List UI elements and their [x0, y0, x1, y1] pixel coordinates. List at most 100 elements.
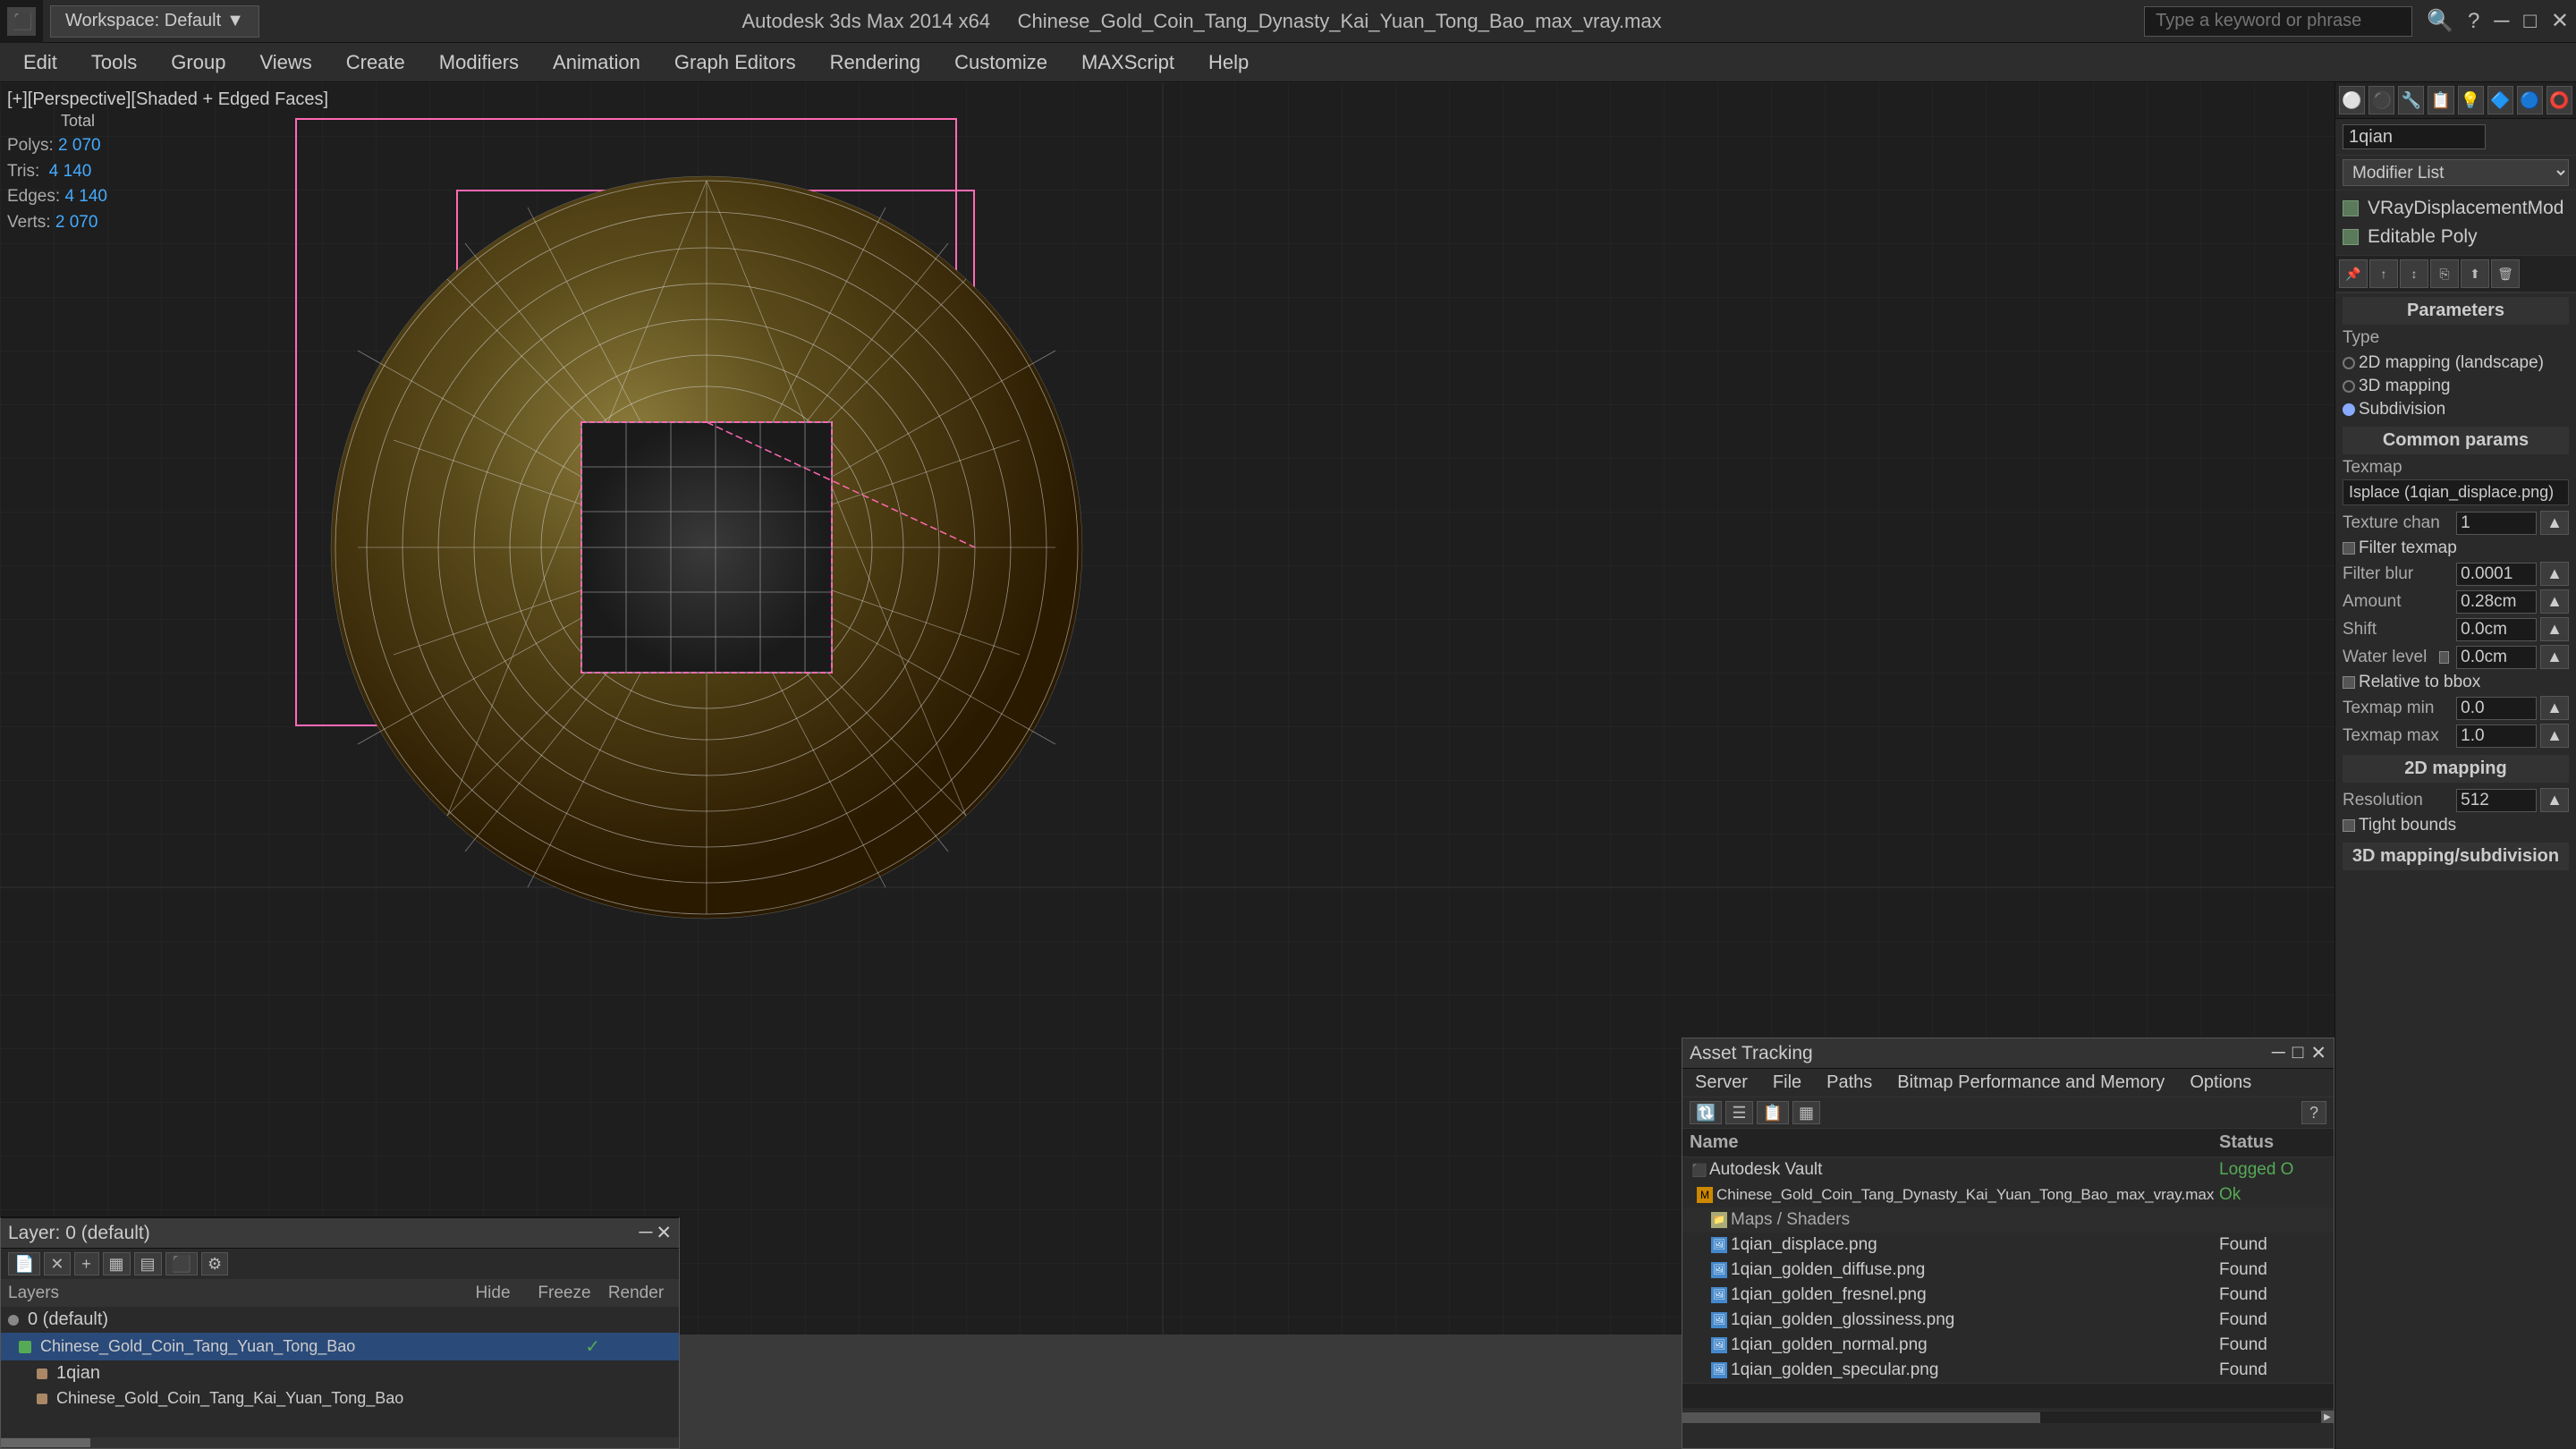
asset-tool3[interactable]: 📋 [1757, 1101, 1789, 1124]
asset-tool4[interactable]: ▦ [1792, 1101, 1820, 1124]
radio-2d[interactable] [2343, 357, 2355, 369]
layers-close[interactable]: ✕ [656, 1222, 672, 1244]
layer-sel-layer[interactable]: ▤ [134, 1252, 162, 1275]
layers-minimize[interactable]: ─ [640, 1222, 653, 1244]
modifier-epoly[interactable]: Editable Poly [2335, 223, 2576, 251]
maximize-icon[interactable]: □ [2520, 5, 2540, 38]
search-input[interactable] [2144, 6, 2412, 37]
asset-menu-file[interactable]: File [1760, 1069, 1814, 1097]
rp-icon1[interactable]: ⚪ [2339, 86, 2365, 114]
menu-graph-editors[interactable]: Graph Editors [658, 46, 812, 80]
menu-edit[interactable]: Edit [7, 46, 73, 80]
water-level-spin[interactable]: ▲ [2540, 645, 2569, 669]
water-level-input[interactable] [2456, 646, 2537, 669]
layer-row-coin[interactable]: Chinese_Gold_Coin_Tang_Yuan_Tong_Bao ✓ [1, 1333, 679, 1360]
asset-row-fresnel[interactable]: 🖼 1qian_golden_fresnel.png Found [1682, 1283, 2334, 1308]
menu-group[interactable]: Group [155, 46, 242, 80]
amount-input[interactable] [2456, 590, 2537, 614]
texmap-max-input[interactable] [2456, 724, 2537, 748]
asset-menu-server[interactable]: Server [1682, 1069, 1760, 1097]
resolution-spin[interactable]: ▲ [2540, 788, 2569, 812]
scrollbar-right-arrow[interactable]: ▶ [2321, 1411, 2334, 1423]
texmap-min-spin[interactable]: ▲ [2540, 696, 2569, 720]
stack-copy-icon[interactable]: ⎘ [2430, 259, 2459, 288]
minimize-icon[interactable]: ─ [2490, 5, 2512, 38]
shift-input[interactable] [2456, 618, 2537, 641]
texmap-min-input[interactable] [2456, 697, 2537, 720]
close-icon[interactable]: ✕ [2547, 4, 2572, 38]
layer-del[interactable]: ✕ [44, 1252, 70, 1275]
search-icon[interactable]: 🔍 [2423, 4, 2457, 38]
asset-close-icon[interactable]: ✕ [2310, 1042, 2326, 1064]
relative-bbox-checkbox[interactable] [2343, 676, 2355, 689]
modifier-vray[interactable]: VRayDisplacementMod [2335, 194, 2576, 223]
asset-row-displace[interactable]: 🖼 1qian_displace.png Found [1682, 1233, 2334, 1258]
radio-subdivision[interactable] [2343, 403, 2355, 416]
object-name-input[interactable] [2343, 124, 2486, 149]
texmap-value[interactable]: Isplace (1qian_displace.png) [2343, 479, 2569, 505]
stack-paste-icon[interactable]: ⬆ [2461, 259, 2489, 288]
filter-texmap-checkbox[interactable] [2343, 542, 2355, 555]
menu-help[interactable]: Help [1192, 46, 1265, 80]
water-level-checkbox[interactable] [2439, 651, 2450, 664]
asset-row-diffuse[interactable]: 🖼 1qian_golden_diffuse.png Found [1682, 1258, 2334, 1283]
layer-sel-obj[interactable]: ▦ [103, 1252, 131, 1275]
menu-customize[interactable]: Customize [938, 46, 1063, 80]
asset-help-icon[interactable]: ? [2301, 1101, 2326, 1124]
layers-scrollbar[interactable] [1, 1437, 679, 1448]
texture-chan-up[interactable]: ▲ [2540, 511, 2569, 535]
asset-menu-bitmap[interactable]: Bitmap Performance and Memory [1885, 1069, 2177, 1097]
filter-blur-spin[interactable]: ▲ [2540, 562, 2569, 586]
workspace-button[interactable]: Workspace: Default ▼ [50, 5, 259, 38]
rp-icon2[interactable]: ⚫ [2368, 86, 2394, 114]
layer-settings[interactable]: ⚙ [201, 1252, 228, 1275]
asset-menu-options[interactable]: Options [2177, 1069, 2264, 1097]
texmap-max-spin[interactable]: ▲ [2540, 724, 2569, 748]
tight-bounds-checkbox[interactable] [2343, 819, 2355, 832]
layer-add-obj[interactable]: + [74, 1252, 99, 1275]
shift-spin[interactable]: ▲ [2540, 617, 2569, 641]
rp-icon7[interactable]: 🔵 [2517, 86, 2543, 114]
layer-highlight[interactable]: ⬛ [165, 1252, 198, 1275]
2d-mapping-title: 2D mapping [2343, 755, 2569, 783]
asset-row-maps[interactable]: 📁 Maps / Shaders [1682, 1208, 2334, 1233]
menu-rendering[interactable]: Rendering [814, 46, 937, 80]
rp-icon8[interactable]: ⭕ [2546, 86, 2572, 114]
asset-restore-icon[interactable]: □ [2292, 1042, 2304, 1064]
radio-3d[interactable] [2343, 380, 2355, 393]
asset-scrollbar-h[interactable]: ▶ [1682, 1411, 2334, 1423]
menu-tools[interactable]: Tools [75, 46, 153, 80]
modifier-list-dropdown[interactable]: Modifier List [2343, 159, 2569, 186]
amount-spin[interactable]: ▲ [2540, 589, 2569, 614]
layer-row-default[interactable]: 0 (default) [1, 1307, 679, 1333]
asset-row-vault[interactable]: ⬛ Autodesk Vault Logged O [1682, 1157, 2334, 1182]
asset-menu-paths[interactable]: Paths [1814, 1069, 1885, 1097]
layer-row-1qian[interactable]: 1qian [1, 1360, 679, 1386]
menu-views[interactable]: Views [243, 46, 327, 80]
menu-animation[interactable]: Animation [537, 46, 657, 80]
asset-tool2[interactable]: ☰ [1725, 1101, 1752, 1124]
stack-pin-icon[interactable]: 📌 [2339, 259, 2368, 288]
asset-row-normal[interactable]: 🖼 1qian_golden_normal.png Found [1682, 1333, 2334, 1358]
help-icon[interactable]: ? [2464, 5, 2483, 38]
menu-modifiers[interactable]: Modifiers [423, 46, 535, 80]
asset-tool1[interactable]: 🔃 [1690, 1101, 1722, 1124]
rp-icon6[interactable]: 🔷 [2487, 86, 2513, 114]
asset-row-glossiness[interactable]: 🖼 1qian_golden_glossiness.png Found [1682, 1308, 2334, 1333]
texture-chan-input[interactable] [2456, 512, 2537, 535]
stack-cursor-icon[interactable]: ↑ [2369, 259, 2398, 288]
rp-icon4[interactable]: 📋 [2428, 86, 2453, 114]
stack-del-icon[interactable]: 🗑 [2491, 259, 2520, 288]
layer-row-coinobj[interactable]: Chinese_Gold_Coin_Tang_Kai_Yuan_Tong_Bao [1, 1386, 679, 1411]
rp-icon3[interactable]: 🔧 [2398, 86, 2424, 114]
asset-minimize-icon[interactable]: ─ [2272, 1042, 2285, 1064]
menu-create[interactable]: Create [330, 46, 421, 80]
menu-maxscript[interactable]: MAXScript [1065, 46, 1191, 80]
asset-row-maxfile[interactable]: M Chinese_Gold_Coin_Tang_Dynasty_Kai_Yua… [1682, 1182, 2334, 1208]
rp-icon5[interactable]: 💡 [2458, 86, 2484, 114]
layer-new[interactable]: 📄 [8, 1252, 40, 1275]
asset-row-specular[interactable]: 🖼 1qian_golden_specular.png Found [1682, 1358, 2334, 1383]
resolution-input[interactable] [2456, 789, 2537, 812]
filter-blur-input[interactable] [2456, 563, 2537, 586]
stack-arrow-icon[interactable]: ↕ [2400, 259, 2428, 288]
